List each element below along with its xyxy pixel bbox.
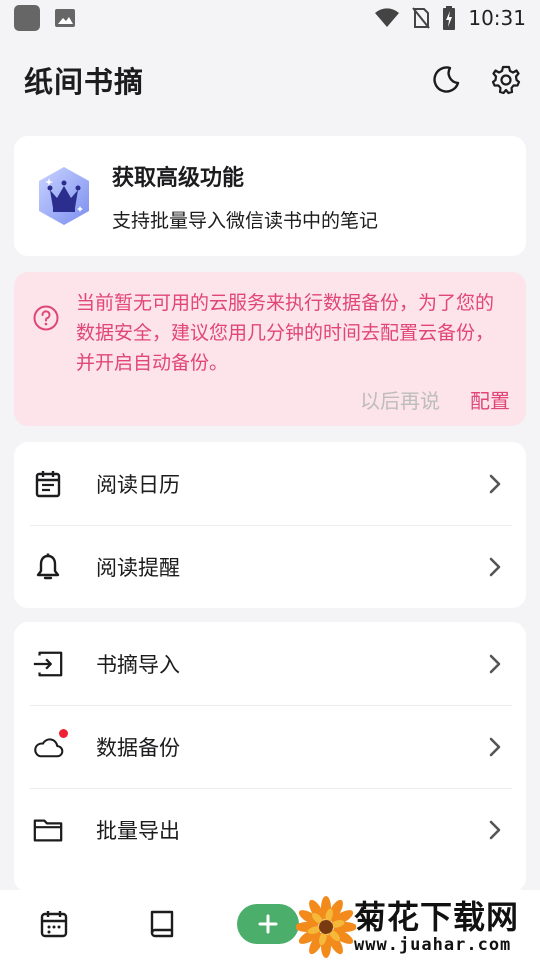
settings-button[interactable]: [490, 64, 522, 96]
chevron-right-icon: [489, 820, 501, 839]
dark-mode-button[interactable]: [430, 64, 462, 96]
backup-alert: 当前暂无可用的云服务来执行数据备份，为了您的数据安全，建议您用几分钟的时间去配置…: [14, 272, 526, 426]
calendar-icon: [35, 470, 61, 497]
configure-button[interactable]: 配置: [470, 385, 510, 414]
menu-item-reading-reminder[interactable]: 阅读提醒: [14, 525, 526, 608]
app-title: 纸间书摘: [24, 65, 145, 99]
menu-item-reading-calendar[interactable]: 阅读日历: [14, 442, 526, 525]
wifi-icon: [375, 8, 400, 27]
status-bar: 10:31: [0, 0, 540, 36]
watermark-brand: 菊花下载网: [354, 898, 520, 936]
menu-label: 阅读日历: [96, 472, 180, 497]
moon-icon: [433, 66, 460, 93]
battery-charging-icon: [443, 6, 456, 30]
alert-message: 当前暂无可用的云服务来执行数据备份，为了您的数据安全，建议您用几分钟的时间去配置…: [76, 292, 495, 374]
menu-group-reading: 阅读日历 阅读提醒: [14, 442, 526, 608]
gear-icon: [491, 65, 521, 95]
chevron-right-icon: [489, 557, 501, 576]
calendar-tab-icon[interactable]: [38, 908, 70, 940]
book-tab-icon[interactable]: [146, 908, 178, 940]
help-circle-icon: [33, 305, 59, 331]
app-notification-icon: [14, 5, 40, 31]
premium-title: 获取高级功能: [112, 165, 245, 191]
bell-icon: [36, 553, 60, 579]
app-bar: 纸间书摘: [0, 44, 540, 116]
add-button[interactable]: [237, 904, 299, 944]
plus-icon: [258, 914, 278, 934]
menu-label: 阅读提醒: [96, 555, 180, 580]
status-time: 10:31: [468, 6, 526, 30]
premium-subtitle: 支持批量导入微信读书中的笔记: [112, 209, 379, 232]
premium-card[interactable]: 获取高级功能 支持批量导入微信读书中的笔记: [14, 136, 526, 256]
crown-badge-icon: [39, 167, 89, 225]
menu-label: 数据备份: [96, 735, 180, 760]
chevron-right-icon: [489, 737, 501, 756]
chevron-right-icon: [489, 654, 501, 673]
menu-item-export[interactable]: 批量导出: [14, 788, 526, 871]
later-button[interactable]: 以后再说: [360, 385, 440, 414]
folder-icon: [33, 818, 63, 841]
menu-item-import[interactable]: 书摘导入: [14, 622, 526, 705]
chevron-right-icon: [489, 474, 501, 493]
watermark: 菊花下载网 www.juahar.com: [296, 894, 540, 960]
import-icon: [33, 651, 63, 676]
menu-label: 批量导出: [96, 818, 180, 843]
menu-group-data: 书摘导入 数据备份 批量导出: [14, 622, 526, 892]
menu-label: 书摘导入: [96, 652, 180, 677]
notification-dot: [59, 728, 68, 738]
no-sim-icon: [412, 7, 431, 29]
image-notification-icon: [55, 9, 75, 27]
menu-item-backup[interactable]: 数据备份: [14, 705, 526, 788]
watermark-url: www.juahar.com: [354, 935, 512, 955]
flower-logo-icon: [296, 896, 356, 958]
